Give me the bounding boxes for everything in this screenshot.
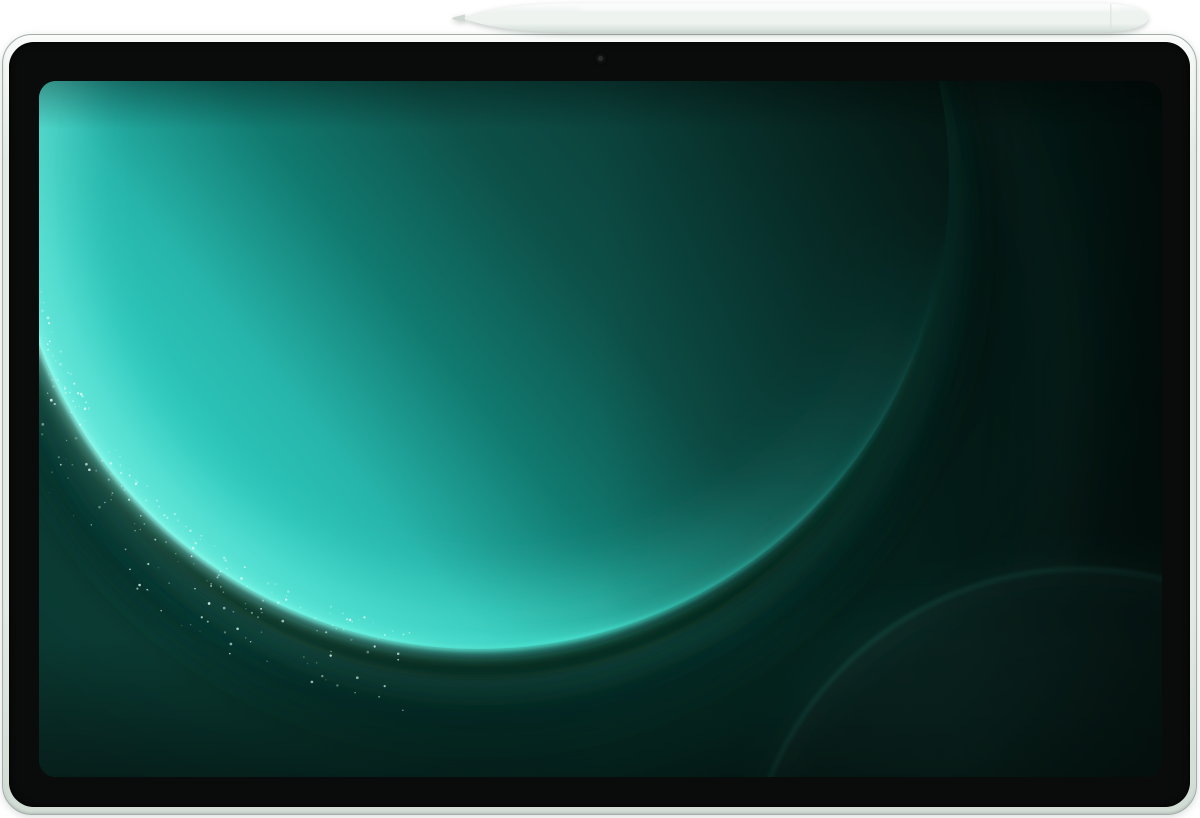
product-photo <box>0 0 1200 818</box>
stylus-pen <box>450 1 1150 35</box>
stylus-highlight <box>580 6 1120 10</box>
bottom-vignette <box>39 81 1162 777</box>
stylus-cap-seam <box>1110 4 1112 32</box>
tablet-screen <box>39 81 1162 777</box>
wallpaper-graphic <box>39 81 1162 777</box>
tablet-device <box>2 34 1197 815</box>
camera-lens-icon <box>598 56 603 61</box>
screen-bezel <box>9 42 1190 807</box>
top-vignette <box>39 81 1162 129</box>
stylus-nib <box>453 14 466 21</box>
front-camera <box>595 53 606 64</box>
